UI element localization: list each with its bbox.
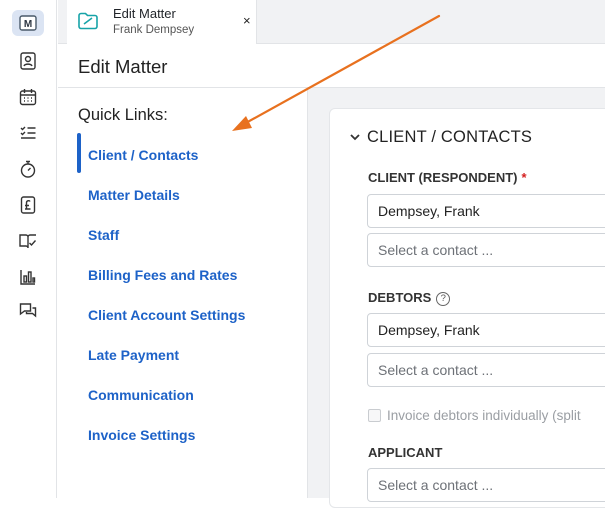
section-title[interactable]: CLIENT / CONTACTS [367,128,532,147]
invoice-individually-checkbox[interactable] [368,409,381,422]
client-label-text: CLIENT (RESPONDENT) [368,170,518,185]
tab-strip: Edit Matter Frank Dempsey × [58,0,605,44]
pound-document-icon[interactable] [12,192,44,218]
applicant-field-label: APPLICANT [368,445,443,460]
icon-rail: M [0,0,57,498]
debtors-field-label: DEBTORS? [368,290,451,306]
help-icon[interactable]: ? [436,292,451,306]
debtors-label-text: DEBTORS [368,290,432,305]
matter-tab-icon [78,12,98,30]
quick-link-communication[interactable]: Communication [88,387,194,403]
logo-letter: M [24,19,32,30]
bar-chart-icon[interactable] [12,264,44,290]
invoice-individually-option: Invoice debtors individually (split [368,408,581,423]
quick-link-client-contacts[interactable]: Client / Contacts [88,147,198,163]
tab-edit-matter[interactable]: Edit Matter Frank Dempsey × [67,0,257,44]
debtors-selected-contact[interactable]: Dempsey, Frank [367,313,605,347]
tab-subtitle: Frank Dempsey [113,24,195,36]
invoice-individually-label: Invoice debtors individually (split [387,408,581,423]
task-list-icon[interactable] [12,120,44,146]
client-contact-select[interactable]: Select a contact ... [367,233,605,267]
stopwatch-icon[interactable] [12,156,44,182]
quick-links-title: Quick Links: [78,106,168,124]
quick-link-late-payment[interactable]: Late Payment [88,347,179,363]
tab-title: Edit Matter [113,6,176,21]
debtors-contact-select[interactable]: Select a contact ... [367,353,605,387]
quick-link-staff[interactable]: Staff [88,227,119,243]
applicant-contact-select[interactable]: Select a contact ... [367,468,605,502]
client-field-label: CLIENT (RESPONDENT) * [368,170,527,185]
calendar-icon[interactable] [12,84,44,110]
contact-card-icon[interactable] [12,48,44,74]
quick-link-client-account-settings[interactable]: Client Account Settings [88,307,245,323]
quick-link-matter-details[interactable]: Matter Details [88,187,180,203]
close-icon[interactable]: × [243,13,251,28]
active-link-indicator [77,133,81,173]
chevron-down-icon[interactable] [349,131,361,143]
client-selected-contact[interactable]: Dempsey, Frank [367,194,605,228]
matter-logo-icon[interactable]: M [12,10,44,36]
quick-link-invoice-settings[interactable]: Invoice Settings [88,427,195,443]
required-mark: * [521,170,527,185]
quick-link-billing-fees-rates[interactable]: Billing Fees and Rates [88,267,237,283]
chat-bubbles-icon[interactable] [12,298,44,324]
book-check-icon[interactable] [12,228,44,254]
page-title: Edit Matter [78,56,168,77]
